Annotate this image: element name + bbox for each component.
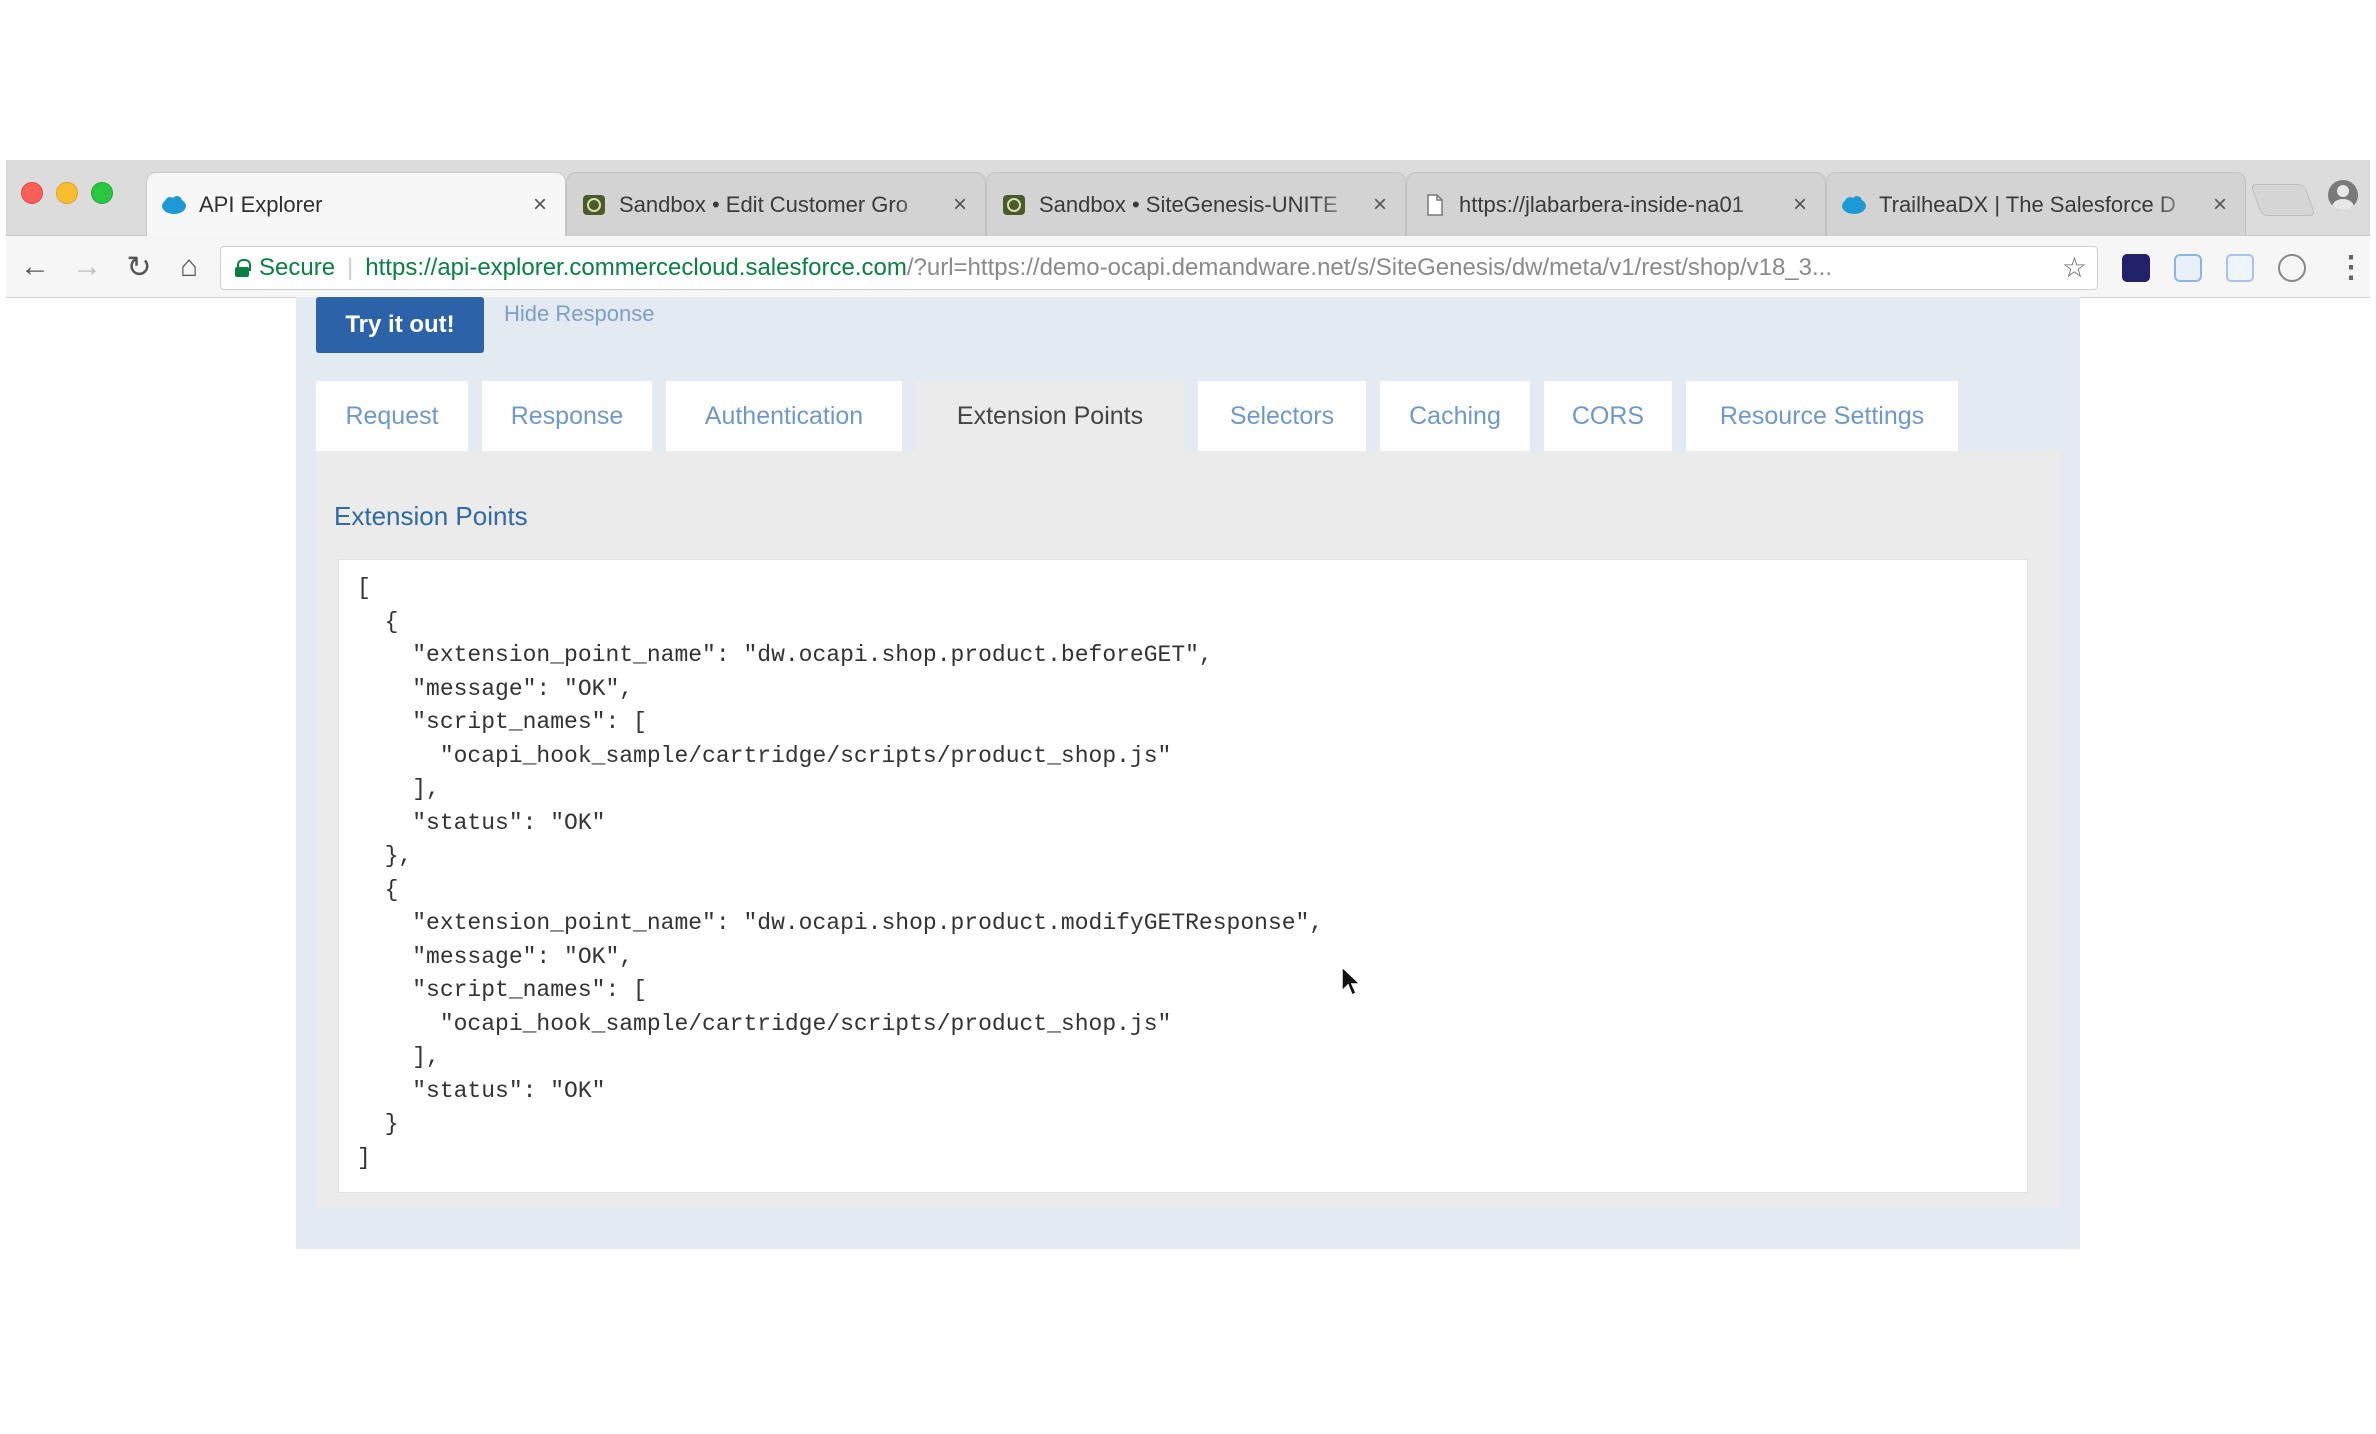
code-line: "status": "OK": [357, 809, 606, 836]
close-icon[interactable]: ×: [953, 191, 967, 219]
close-icon[interactable]: ×: [1793, 191, 1807, 219]
tab-extension-points[interactable]: Extension Points: [916, 381, 1184, 451]
code-line: {: [357, 876, 399, 903]
browser-tab-sandbox-edit-customer[interactable]: Sandbox • Edit Customer Gro ×: [566, 172, 986, 236]
minimize-window-button[interactable]: [56, 182, 78, 204]
tab-bar: API Explorer × Sandbox • Edit Customer G…: [6, 160, 2370, 236]
browser-tab-api-explorer[interactable]: API Explorer ×: [146, 172, 566, 236]
tab-caching[interactable]: Caching: [1380, 381, 1530, 451]
lock-icon: [235, 259, 251, 277]
tab-title: Sandbox • Edit Customer Gro: [619, 191, 908, 217]
tab-selectors[interactable]: Selectors: [1198, 381, 1366, 451]
extension-points-panel: Extension Points [ { "extension_point_na…: [316, 451, 2060, 1207]
browser-tab-sandbox-sitegenesis[interactable]: Sandbox • SiteGenesis-UNITE ×: [986, 172, 1406, 236]
code-line: "extension_point_name": "dw.ocapi.shop.p…: [357, 642, 1213, 668]
browser-window: API Explorer × Sandbox • Edit Customer G…: [6, 160, 2370, 1250]
close-icon[interactable]: ×: [533, 191, 547, 219]
url-path: /?url=https://demo-ocapi.demandware.net/…: [906, 254, 1833, 281]
tab-title: API Explorer: [199, 191, 323, 217]
salesforce-cloud-icon: [1842, 195, 1866, 214]
code-line: {: [357, 608, 399, 635]
page-content: Try it out! Hide Response Request Respon…: [6, 297, 2370, 1250]
browser-tab-jlabarbera[interactable]: https://jlabarbera-inside-na01 ×: [1406, 172, 1826, 236]
tab-request[interactable]: Request: [316, 381, 468, 451]
hide-response-link[interactable]: Hide Response: [504, 301, 654, 327]
code-line: [: [357, 575, 371, 601]
mouse-cursor-icon: [1341, 965, 1362, 997]
code-line: "message": "OK",: [357, 943, 634, 970]
globe-icon[interactable]: [2278, 254, 2306, 282]
menu-icon[interactable]: ⋮: [2336, 250, 2366, 285]
forward-arrow-icon[interactable]: →: [70, 250, 104, 284]
extension-icon[interactable]: [2174, 254, 2202, 282]
extension-icon[interactable]: [2226, 254, 2254, 282]
json-code: [ { "extension_point_name": "dw.ocapi.sh…: [357, 572, 1323, 1175]
tab-cors[interactable]: CORS: [1544, 381, 1672, 451]
maximize-window-button[interactable]: [91, 182, 113, 204]
home-icon[interactable]: ⌂: [172, 250, 206, 284]
code-line: "script_names": [: [357, 709, 647, 735]
url-divider: |: [347, 254, 354, 281]
tab-resource-settings[interactable]: Resource Settings: [1686, 381, 1958, 451]
code-line: },: [357, 843, 413, 869]
address-bar[interactable]: Secure | https://api-explorer.commercecl…: [220, 246, 2098, 290]
browser-toolbar: ← → ↻ ⌂ Secure | https://api-explorer.co…: [6, 236, 2370, 298]
close-icon[interactable]: ×: [2213, 191, 2227, 219]
url-host: https://api-explorer.commercecloud.sales…: [365, 254, 907, 281]
reload-icon[interactable]: ↻: [122, 250, 156, 284]
extension-icon[interactable]: [2122, 254, 2150, 282]
api-panel: Try it out! Hide Response Request Respon…: [296, 297, 2080, 1249]
browser-tab-trailheadx[interactable]: TrailheaDX | The Salesforce D ×: [1826, 172, 2246, 236]
code-line: "status": "OK": [357, 1077, 606, 1104]
salesforce-cloud-icon: [162, 195, 186, 214]
close-window-button[interactable]: [21, 182, 43, 204]
code-line: }: [357, 1111, 399, 1137]
tab-title: Sandbox • SiteGenesis-UNITE: [1039, 191, 1338, 217]
sandbox-icon: [1003, 194, 1025, 215]
back-arrow-icon[interactable]: ←: [18, 250, 52, 284]
code-line: ]: [357, 1144, 371, 1171]
try-it-out-button[interactable]: Try it out!: [316, 297, 484, 353]
code-line: "ocapi_hook_sample/cartridge/scripts/pro…: [357, 742, 1172, 769]
page-icon: [1427, 193, 1443, 216]
json-output-box: [ { "extension_point_name": "dw.ocapi.sh…: [338, 559, 2028, 1193]
section-title: Extension Points: [334, 501, 528, 531]
code-line: ],: [357, 1044, 440, 1070]
tab-response[interactable]: Response: [482, 381, 652, 451]
code-line: "message": "OK",: [357, 675, 634, 702]
bookmark-star-icon[interactable]: ☆: [2062, 251, 2087, 284]
profile-icon[interactable]: [2328, 180, 2358, 210]
tab-title: https://jlabarbera-inside-na01: [1459, 191, 1744, 217]
code-line: "script_names": [: [357, 977, 647, 1003]
secure-label: Secure: [259, 254, 336, 281]
code-line: ],: [357, 776, 440, 802]
close-icon[interactable]: ×: [1373, 191, 1387, 219]
sandbox-icon: [583, 194, 605, 215]
tab-title: TrailheaDX | The Salesforce D: [1879, 191, 2176, 217]
new-tab-button[interactable]: [2250, 184, 2316, 216]
tab-authentication[interactable]: Authentication: [666, 381, 902, 451]
code-line: "ocapi_hook_sample/cartridge/scripts/pro…: [357, 1010, 1172, 1037]
code-line: "extension_point_name": "dw.ocapi.shop.p…: [357, 910, 1324, 936]
